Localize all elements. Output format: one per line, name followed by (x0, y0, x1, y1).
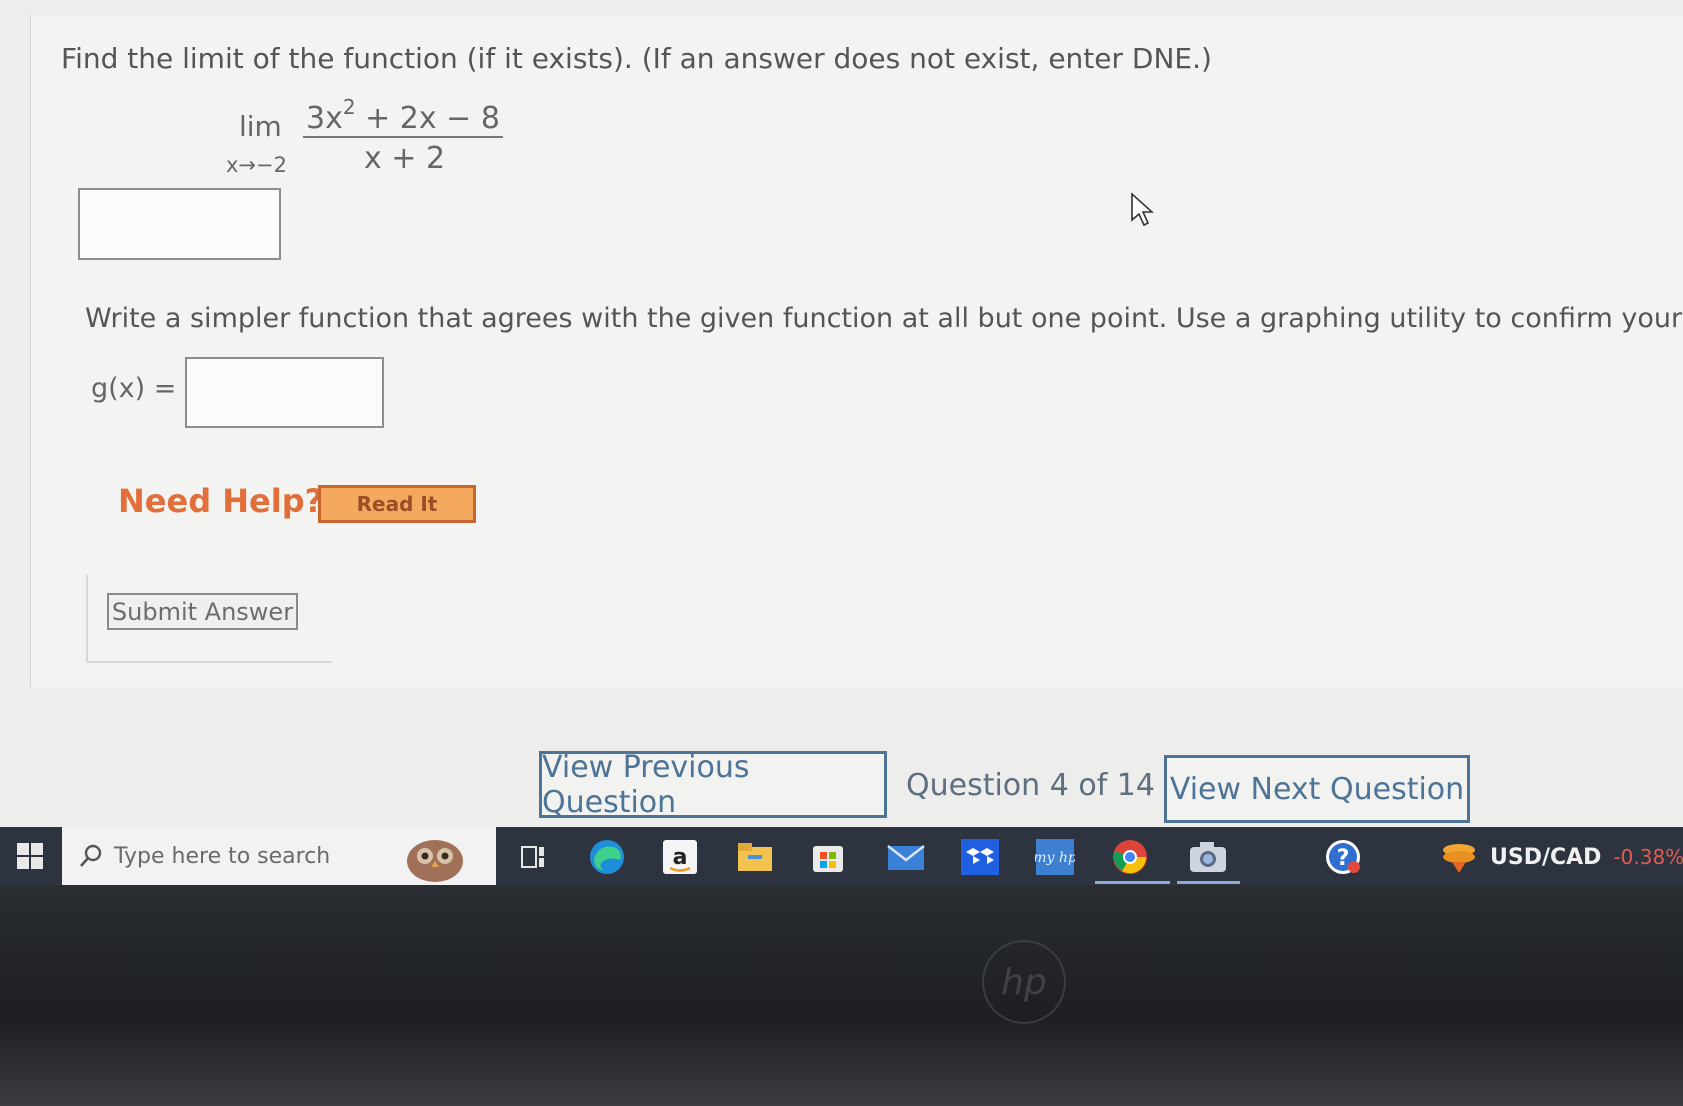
file-explorer-icon[interactable] (735, 837, 775, 877)
question-navigation: View Previous Question Question 4 of 14 … (0, 730, 1683, 823)
view-next-question-button[interactable]: View Next Question (1164, 755, 1470, 823)
dropbox-icon[interactable] (960, 837, 1000, 877)
task-view-icon[interactable] (513, 837, 553, 877)
chrome-icon[interactable] (1110, 837, 1150, 877)
svg-text:?: ? (1337, 846, 1350, 871)
currency-stack-icon (1443, 844, 1475, 873)
help-icon[interactable]: ? (1323, 837, 1363, 877)
need-help-label: Need Help? (118, 482, 324, 520)
chrome-running-indicator (1095, 881, 1170, 884)
monitor-bezel (0, 885, 1683, 1106)
hp-logo-icon: hp (982, 940, 1066, 1024)
question-position: Question 4 of 14 (906, 768, 1155, 803)
search-icon (80, 844, 102, 867)
fraction-denominator: x + 2 (364, 141, 446, 176)
limit-answer-input[interactable] (78, 188, 281, 260)
simpler-function-prompt: Write a simpler function that agrees wit… (85, 303, 1683, 334)
mail-icon[interactable] (886, 837, 926, 877)
search-placeholder: Type here to search (114, 843, 331, 869)
svg-text:a: a (673, 845, 688, 870)
search-highlight-owl-icon (407, 840, 463, 882)
ticker-change: -0.38% (1613, 845, 1683, 869)
store-icon[interactable] (808, 837, 848, 877)
g-function-answer-input[interactable] (185, 357, 384, 428)
question-card: Find the limit of the function (if it ex… (30, 15, 1683, 687)
browser-viewport: Find the limit of the function (if it ex… (0, 0, 1683, 828)
question-prompt: Find the limit of the function (if it ex… (61, 42, 1212, 75)
fraction-bar (303, 136, 503, 138)
camera-icon[interactable] (1188, 837, 1228, 877)
numerator-exponent: 2 (342, 95, 356, 119)
submit-answer-button[interactable]: Submit Answer (107, 593, 298, 630)
windows-start-icon[interactable] (0, 827, 60, 885)
view-previous-question-button[interactable]: View Previous Question (539, 750, 887, 820)
ticker-label: USD/CAD (1490, 844, 1602, 870)
myhp-icon[interactable]: my hp (1035, 837, 1075, 877)
camera-running-indicator (1177, 881, 1240, 884)
svg-text:my hp: my hp (1035, 850, 1075, 866)
fraction-numerator: 3x2 + 2x − 8 (306, 95, 500, 136)
read-it-button[interactable]: Read It (318, 485, 476, 523)
currency-ticker-widget[interactable]: USD/CAD -0.38% (1440, 837, 1683, 877)
limit-operator: lim (239, 110, 282, 143)
windows-taskbar: Type here to search a my hp ? USD/CAD -0… (0, 827, 1683, 885)
numerator-rest: + 2x − 8 (355, 101, 500, 136)
g-of-x-label: g(x) = (91, 373, 177, 404)
edge-icon[interactable] (587, 837, 627, 877)
amazon-icon[interactable]: a (660, 837, 700, 877)
limit-subscript: x→−2 (226, 153, 287, 177)
taskbar-search-input[interactable]: Type here to search (62, 827, 496, 885)
mouse-cursor-icon (1131, 192, 1154, 227)
numerator-lead: 3x (306, 101, 343, 136)
